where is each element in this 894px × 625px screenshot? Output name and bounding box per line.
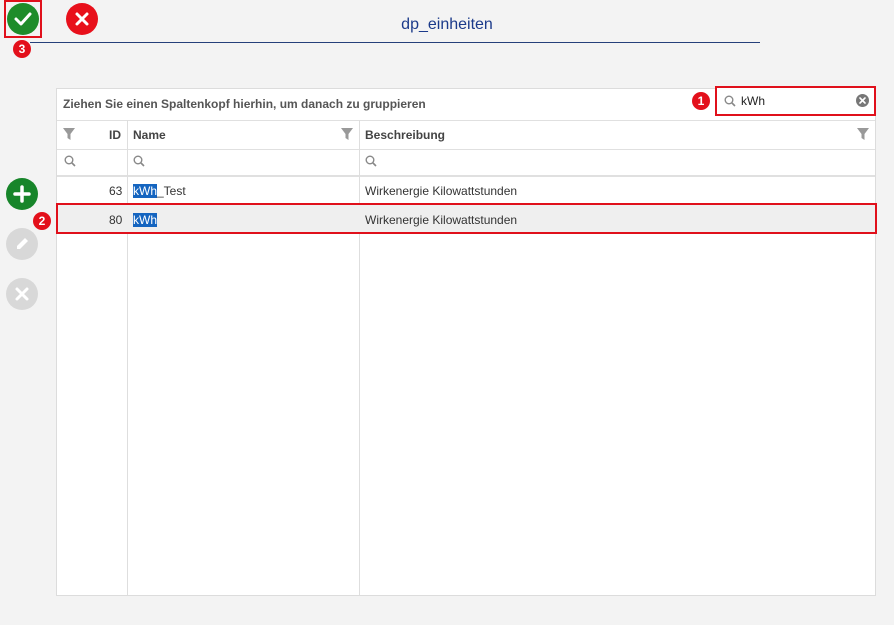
pencil-icon: [17, 238, 28, 249]
cell-description: Wirkenergie Kilowattstunden: [365, 184, 518, 198]
callout-badge-2: 2: [33, 212, 51, 230]
cell-name: kWh_Test: [133, 184, 186, 198]
filter-row: [57, 149, 875, 177]
search-icon[interactable]: [64, 155, 76, 167]
cell-id: 63: [109, 184, 123, 198]
data-grid: Ziehen Sie einen Spaltenkopf hierhin, um…: [56, 88, 876, 596]
column-header-id[interactable]: ID: [109, 128, 121, 142]
group-hint: Ziehen Sie einen Spaltenkopf hierhin, um…: [63, 97, 426, 111]
search-match: kWh: [133, 184, 157, 198]
top-bar: [0, 0, 894, 80]
filter-icon[interactable]: [340, 127, 354, 141]
add-record-button[interactable]: [6, 178, 38, 210]
column-header-description[interactable]: Beschreibung: [365, 128, 445, 142]
filter-icon[interactable]: [62, 127, 76, 141]
search-icon[interactable]: [133, 155, 145, 167]
column-header-name[interactable]: Name: [133, 128, 166, 142]
callout-badge-1: 1: [692, 92, 710, 110]
delete-record-button[interactable]: [6, 278, 38, 310]
filter-icon[interactable]: [856, 127, 870, 141]
title-underline: [30, 42, 760, 43]
callout-2-frame: [56, 203, 877, 234]
close-icon: [15, 287, 29, 301]
window-title: dp_einheiten: [401, 16, 493, 33]
plus-icon: [13, 185, 31, 203]
table-row[interactable]: 63 kWh_Test Wirkenergie Kilowattstunden: [57, 176, 875, 204]
search-icon[interactable]: [365, 155, 377, 167]
callout-badge-3: 3: [13, 40, 31, 58]
callout-1-frame: [715, 86, 876, 116]
name-rest: _Test: [157, 184, 186, 198]
grid-header: ID Name Beschreibung: [57, 120, 875, 150]
edit-record-button[interactable]: [6, 228, 38, 260]
